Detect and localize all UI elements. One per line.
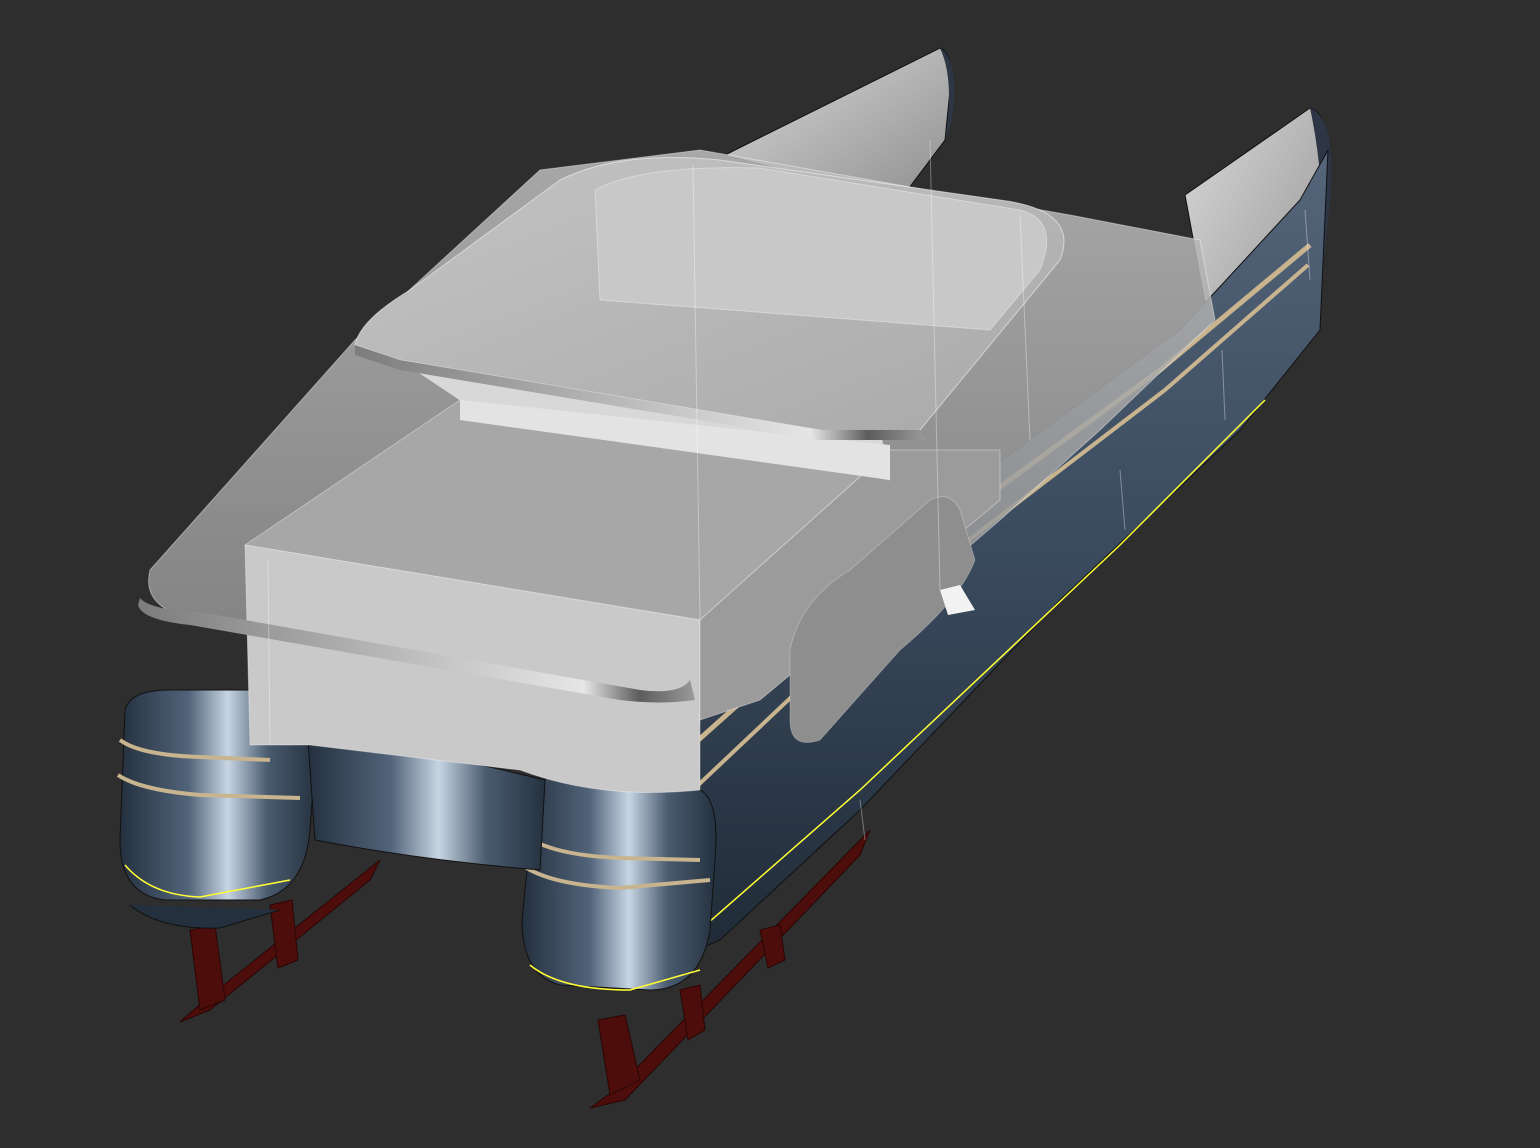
model-canvas[interactable] — [0, 0, 1540, 1148]
3d-viewport[interactable] — [0, 0, 1540, 1148]
starboard-stern-hull — [520, 773, 717, 991]
